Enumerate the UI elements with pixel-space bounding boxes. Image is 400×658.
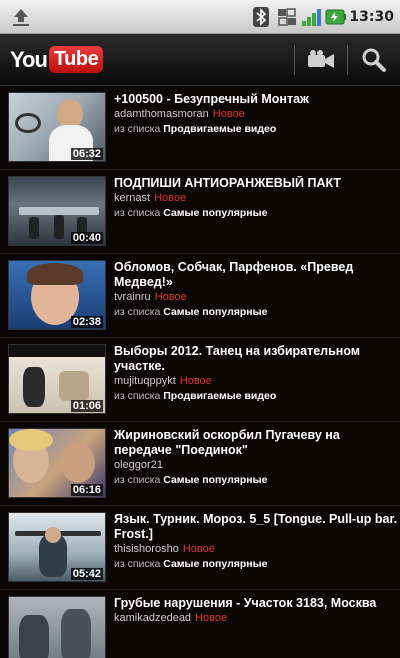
video-title: Выборы 2012. Танец на избирательном учас… [114,344,361,373]
source-prefix: из списка [114,474,161,486]
app-header: You Tube [0,34,400,86]
new-badge: Новое [154,291,187,303]
video-duration: 05:42 [70,568,103,580]
battery-icon [325,7,347,27]
search-icon [362,48,386,72]
video-duration: 00:40 [70,232,103,244]
video-duration: 01:06 [70,400,103,412]
header-divider [294,44,295,75]
source-list-name: Самые популярные [163,306,268,318]
record-video-button[interactable] [303,42,339,78]
video-camera-icon [308,49,334,68]
upload-notification-icon[interactable] [10,7,32,27]
video-title: ПОДПИШИ АНТИОРАНЖЕВЫЙ ПАКТ [114,176,342,190]
video-title: Жириновский оскорбил Пугачеву на передач… [114,428,340,457]
video-item[interactable]: 06:16 Жириновский оскорбил Пугачеву на п… [0,422,400,506]
video-duration: 06:16 [70,484,103,496]
bluetooth-icon [253,6,271,27]
video-title: Язык. Турник. Мороз. 5_5 [Tongue. Pull-u… [114,512,398,541]
new-badge: Новое [154,192,187,204]
video-title: Грубые нарушения - Участок 3183, Москва [114,596,377,610]
video-author: kernast [114,192,151,204]
source-prefix: из списка [114,390,161,402]
source-list-name: Продвигаемые видео [163,390,277,402]
video-item[interactable]: 06:32 +100500 - Безупречный Монтаж adamt… [0,86,400,170]
video-item[interactable]: 05:42 Язык. Турник. Мороз. 5_5 [Tongue. … [0,506,400,590]
youtube-logo[interactable]: You Tube [10,46,104,73]
video-author: oleggor21 [114,459,163,471]
new-badge: Новое [195,612,228,624]
header-divider [347,44,348,75]
source-prefix: из списка [114,558,161,570]
video-thumbnail[interactable]: 02:38 [8,260,106,330]
signal-strength-icon [301,7,322,27]
source-list-name: Самые популярные [163,207,268,219]
video-author: mujituqppykt [114,375,176,387]
source-list-name: Самые популярные [163,558,268,570]
new-badge: Новое [179,375,212,387]
video-item[interactable]: 02:38 Обломов, Собчак, Парфенов. «Превед… [0,254,400,338]
video-thumbnail[interactable]: 06:32 [8,92,106,162]
video-author: tvrainru [114,291,151,303]
source-list-name: Продвигаемые видео [163,123,277,135]
video-thumbnail[interactable] [8,596,106,658]
status-bar: 13:30 [0,0,400,34]
network-sync-icon [277,7,297,27]
source-list-name: Самые популярные [163,474,268,486]
video-author: thisishorosho [114,543,179,555]
video-list: 06:32 +100500 - Безупречный Монтаж adamt… [0,86,400,658]
video-duration: 02:38 [70,316,103,328]
video-title: Обломов, Собчак, Парфенов. «Превед Медве… [114,260,354,289]
status-time: 13:30 [349,8,394,25]
video-thumbnail[interactable]: 06:16 [8,428,106,498]
source-prefix: из списка [114,306,161,318]
video-item[interactable]: 00:40 ПОДПИШИ АНТИОРАНЖЕВЫЙ ПАКТ kernast… [0,170,400,254]
new-badge: Новое [182,543,215,555]
video-author: kamikadzedead [114,612,192,624]
logo-you-text: You [10,46,48,72]
search-button[interactable] [356,42,392,78]
video-item[interactable]: 01:06 Выборы 2012. Танец на избирательно… [0,338,400,422]
source-prefix: из списка [114,207,161,219]
video-thumbnail[interactable]: 00:40 [8,176,106,246]
new-badge: Новое [212,108,245,120]
video-item[interactable]: Грубые нарушения - Участок 3183, Москва … [0,590,400,658]
video-thumbnail[interactable]: 01:06 [8,344,106,414]
video-title: +100500 - Безупречный Монтаж [114,92,309,106]
logo-tube-text: Tube [48,46,104,73]
video-author: adamthomasmoran [114,108,209,120]
video-duration: 06:32 [70,148,103,160]
source-prefix: из списка [114,123,161,135]
video-thumbnail[interactable]: 05:42 [8,512,106,582]
